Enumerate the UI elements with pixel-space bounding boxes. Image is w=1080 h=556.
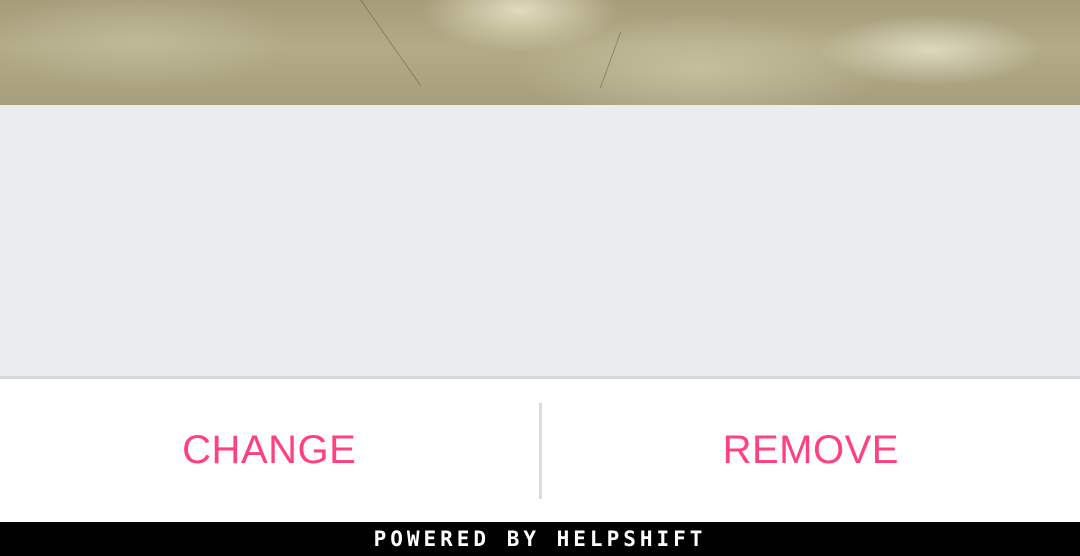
attachment-preview-screen: CHANGE REMOVE POWERED BY HELPSHIFT xyxy=(0,0,1080,556)
powered-by-text: POWERED BY HELPSHIFT xyxy=(373,527,707,551)
attachment-image xyxy=(0,0,1080,105)
powered-by-footer: POWERED BY HELPSHIFT xyxy=(0,522,1080,556)
remove-button-label: REMOVE xyxy=(722,428,899,472)
preview-area xyxy=(0,105,1080,376)
change-button[interactable]: CHANGE xyxy=(0,379,539,522)
action-bar: CHANGE REMOVE xyxy=(0,376,1080,522)
change-button-label: CHANGE xyxy=(182,428,357,472)
remove-button[interactable]: REMOVE xyxy=(542,379,1080,522)
